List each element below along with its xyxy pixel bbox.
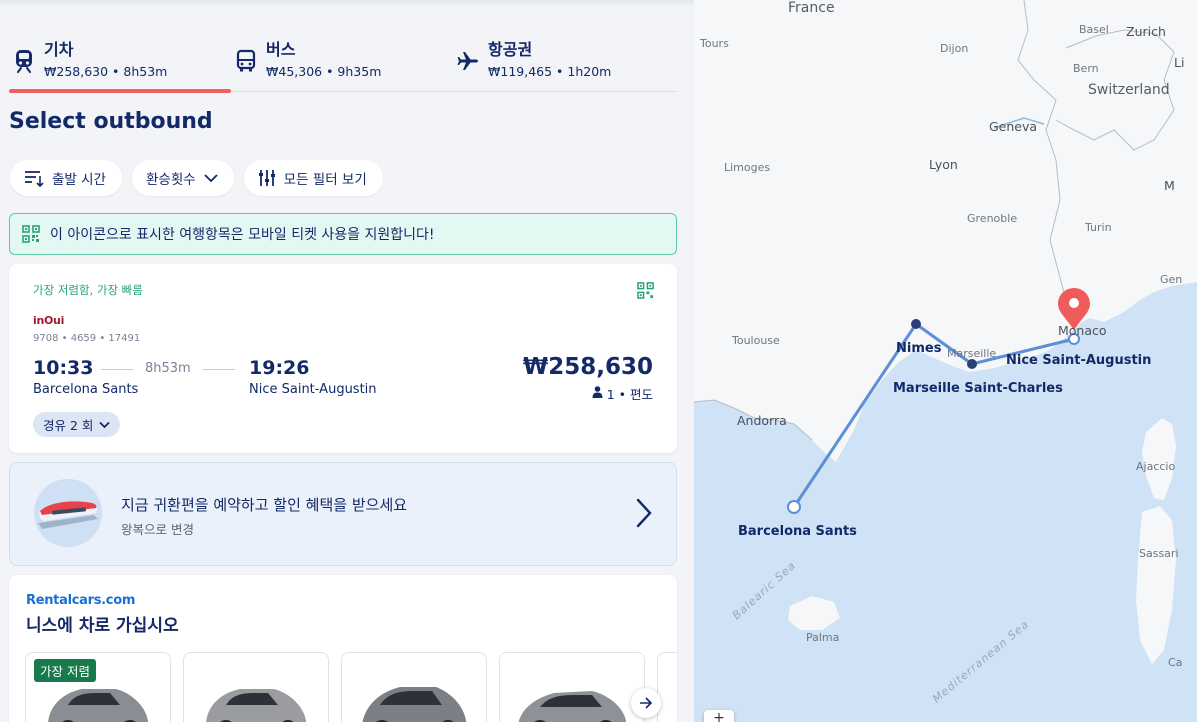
tab-train[interactable]: 기차 ₩258,630 • 8h53m xyxy=(9,28,231,93)
zoom-in-button[interactable]: + xyxy=(704,710,734,722)
carrier-logo: inOui xyxy=(33,314,65,327)
map-label-france: France xyxy=(788,0,835,16)
map-label-sassari: Sassari xyxy=(1139,547,1179,560)
train-illustration xyxy=(34,479,102,547)
car-image xyxy=(518,691,626,722)
map-label-tours: Tours xyxy=(700,37,729,50)
duration-line xyxy=(101,369,133,370)
car-rental-section: Rentalcars.com 니스에 차로 가십시오 가장 저렴 xyxy=(9,575,677,722)
route-map[interactable]: France Tours Dijon Basel Zurich Li Bern … xyxy=(694,0,1197,722)
map-label-andorra: Andorra xyxy=(737,413,787,428)
map-label-li: Li xyxy=(1174,55,1185,70)
map-label-geneva: Geneva xyxy=(989,119,1038,134)
origin-station: Barcelona Sants xyxy=(33,382,139,397)
arrow-right-icon xyxy=(640,697,653,709)
station-label-nimes: Nimes xyxy=(896,341,942,356)
map-label-m: M xyxy=(1164,178,1175,193)
station-label-nice: Nice Saint-Augustin xyxy=(1006,353,1152,368)
map-label-ca: Ca xyxy=(1168,656,1183,669)
map-label-dijon: Dijon xyxy=(940,42,969,55)
chevron-down-icon xyxy=(204,173,218,183)
map-label-toulouse: Toulouse xyxy=(732,334,780,347)
promo-subtitle: 왕복으로 변경 xyxy=(121,522,194,537)
tab-bus[interactable]: 버스 ₩45,306 • 9h35m xyxy=(231,28,453,92)
departure-time-label: 출발 시간 xyxy=(52,172,106,188)
cheapest-badge: 가장 저렴 xyxy=(34,659,96,682)
map-label-grenoble: Grenoble xyxy=(967,212,1018,225)
return-trip-promo[interactable]: 지금 귀환편을 예약하고 할인 혜택을 받으세요 왕복으로 변경 xyxy=(9,462,677,566)
person-icon xyxy=(592,386,603,401)
filter-bar: 출발 시간 환승횟수 모든 필터 보기 xyxy=(10,160,383,196)
result-tagline: 가장 저렴함, 가장 빠름 xyxy=(33,283,143,297)
car-card[interactable] xyxy=(499,652,645,722)
passenger-text: 1 • 편도 xyxy=(606,387,653,402)
map-label-genoa: Gen xyxy=(1160,273,1183,286)
car-image xyxy=(206,689,306,722)
transport-tabs: 기차 ₩258,630 • 8h53m 버스 ₩45,306 • 9h35m 항… xyxy=(9,28,677,93)
stops-label: 경유 2 회 xyxy=(43,418,94,433)
rental-title: 니스에 차로 가십시오 xyxy=(26,616,179,636)
car-card[interactable]: 가장 저렴 xyxy=(25,652,171,722)
transfers-filter-button[interactable]: 환승횟수 xyxy=(131,160,234,196)
sort-icon xyxy=(24,169,44,187)
qr-code-icon xyxy=(637,282,654,303)
map-label-zurich: Zurich xyxy=(1126,24,1166,39)
journey-duration: 8h53m xyxy=(145,361,191,376)
page-title: Select outbound xyxy=(9,109,213,134)
station-label-barcelona: Barcelona Sants xyxy=(738,524,857,539)
tab-train-label: 기차 xyxy=(44,40,74,59)
train-numbers: 9708 • 4659 • 17491 xyxy=(33,333,141,344)
plane-icon xyxy=(455,48,481,74)
transfers-label: 환승횟수 xyxy=(145,172,196,188)
chevron-down-icon xyxy=(99,417,111,432)
tab-flight[interactable]: 항공권 ₩119,465 • 1h20m xyxy=(453,28,677,92)
station-label-marseille: Marseille Saint-Charles xyxy=(893,381,1063,396)
tab-flight-label: 항공권 xyxy=(488,40,533,59)
departure-time-filter-button[interactable]: 출발 시간 xyxy=(10,160,122,196)
destination-station: Nice Saint-Augustin xyxy=(249,382,377,397)
stops-toggle[interactable]: 경유 2 회 xyxy=(33,412,121,437)
map-label-basel: Basel xyxy=(1079,23,1109,36)
map-label-turin: Turin xyxy=(1085,221,1112,234)
map-label-limoges: Limoges xyxy=(724,161,771,174)
tab-train-meta: ₩258,630 • 8h53m xyxy=(44,64,168,79)
map-label-bern: Bern xyxy=(1073,62,1099,75)
passenger-info: 1 • 편도 xyxy=(592,384,653,403)
all-filters-button[interactable]: 모든 필터 보기 xyxy=(243,160,383,196)
map-label-palma: Palma xyxy=(806,631,840,644)
tab-flight-meta: ₩119,465 • 1h20m xyxy=(488,64,612,79)
map-label-ajaccio: Ajaccio xyxy=(1136,460,1176,473)
bus-icon xyxy=(233,48,259,74)
chevron-right-icon[interactable] xyxy=(636,498,652,532)
promo-title: 지금 귀환편을 예약하고 할인 혜택을 받으세요 xyxy=(121,496,408,514)
car-carousel: 가장 저렴 xyxy=(25,652,677,722)
duration-line xyxy=(203,369,235,370)
map-label-marseille: Marseille xyxy=(947,347,997,360)
departure-time: 10:33 xyxy=(33,357,94,379)
rentalcars-logo: Rentalcars.com xyxy=(26,593,136,608)
carousel-next-button[interactable] xyxy=(631,688,661,718)
train-icon xyxy=(11,48,37,74)
results-panel: 기차 ₩258,630 • 8h53m 버스 ₩45,306 • 9h35m 항… xyxy=(0,0,694,722)
arrival-time: 19:26 xyxy=(249,357,310,379)
result-price: ₩258,630 xyxy=(522,354,653,380)
map-label-monaco: Monaco xyxy=(1058,323,1107,338)
tab-bus-label: 버스 xyxy=(266,40,296,59)
car-card[interactable] xyxy=(183,652,329,722)
mobile-ticket-notice: 이 아이콘으로 표시한 여행항목은 모바일 티켓 사용을 지원합니다! xyxy=(9,213,677,255)
map-label-lyon: Lyon xyxy=(929,157,958,172)
car-card[interactable] xyxy=(341,652,487,722)
map-label-switzerland: Switzerland xyxy=(1088,82,1170,98)
sliders-icon xyxy=(258,169,276,187)
car-card[interactable] xyxy=(657,652,677,722)
active-tab-indicator xyxy=(9,89,231,93)
all-filters-label: 모든 필터 보기 xyxy=(283,172,367,188)
notice-text: 이 아이콘으로 표시한 여행항목은 모바일 티켓 사용을 지원합니다! xyxy=(50,227,435,243)
journey-result-card[interactable]: 가장 저렴함, 가장 빠름 inOui 9708 • 4659 • 17491 … xyxy=(9,264,677,453)
car-image xyxy=(362,687,466,722)
tab-bus-meta: ₩45,306 • 9h35m xyxy=(266,64,382,79)
top-shadow xyxy=(0,0,694,6)
qr-code-icon xyxy=(22,225,40,243)
